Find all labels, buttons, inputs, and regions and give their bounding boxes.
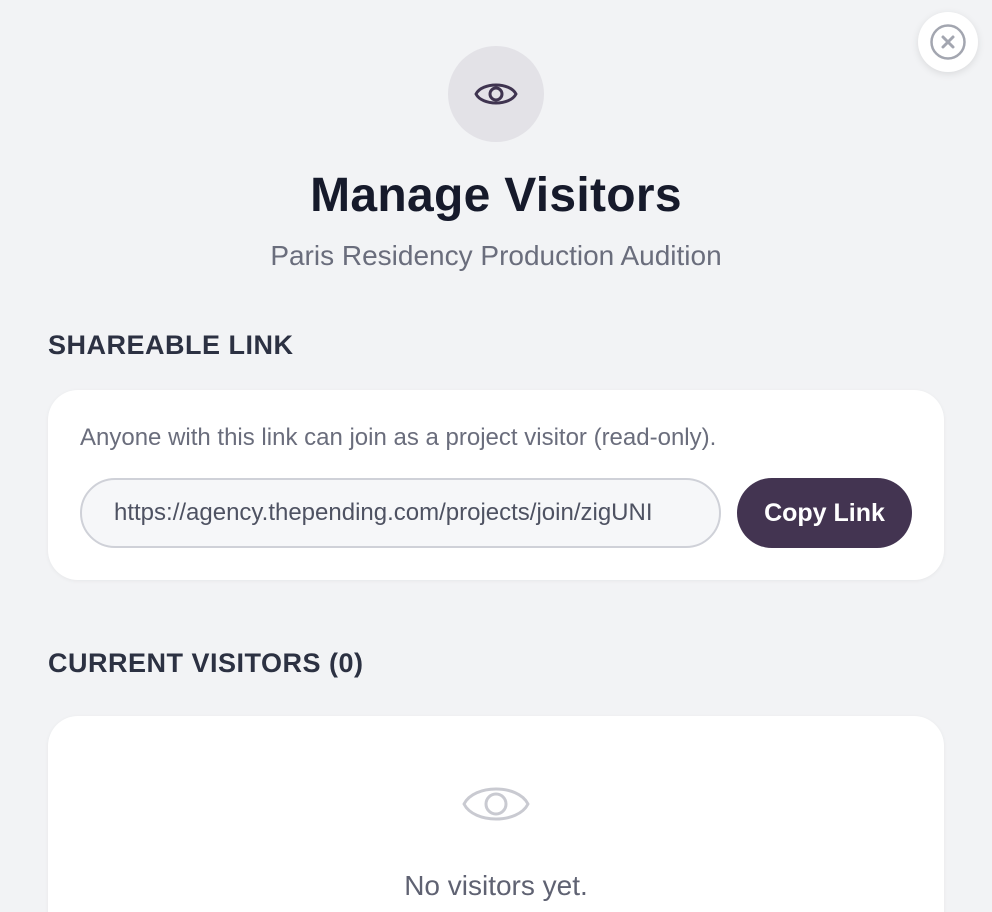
current-visitors-card: No visitors yet. [48,716,944,912]
close-icon [930,24,966,60]
shareable-link-card: Anyone with this link can join as a proj… [48,390,944,580]
eye-icon [462,787,530,821]
manage-visitors-modal: Manage Visitors Paris Residency Producti… [0,0,992,912]
eye-icon [474,83,518,105]
share-description: Anyone with this link can join as a proj… [80,424,717,451]
shareable-link-heading: SHAREABLE LINK [48,330,294,360]
share-link-input[interactable] [80,478,721,548]
empty-state-text: No visitors yet. [404,870,588,901]
hero-eye-badge [448,46,544,142]
empty-state-icon-wrap [461,776,531,832]
page-subtitle: Paris Residency Production Audition [270,240,722,271]
close-button[interactable] [918,12,978,72]
copy-link-button[interactable]: Copy Link [737,478,912,548]
page-title: Manage Visitors [310,169,682,222]
current-visitors-heading: CURRENT VISITORS (0) [48,648,364,678]
